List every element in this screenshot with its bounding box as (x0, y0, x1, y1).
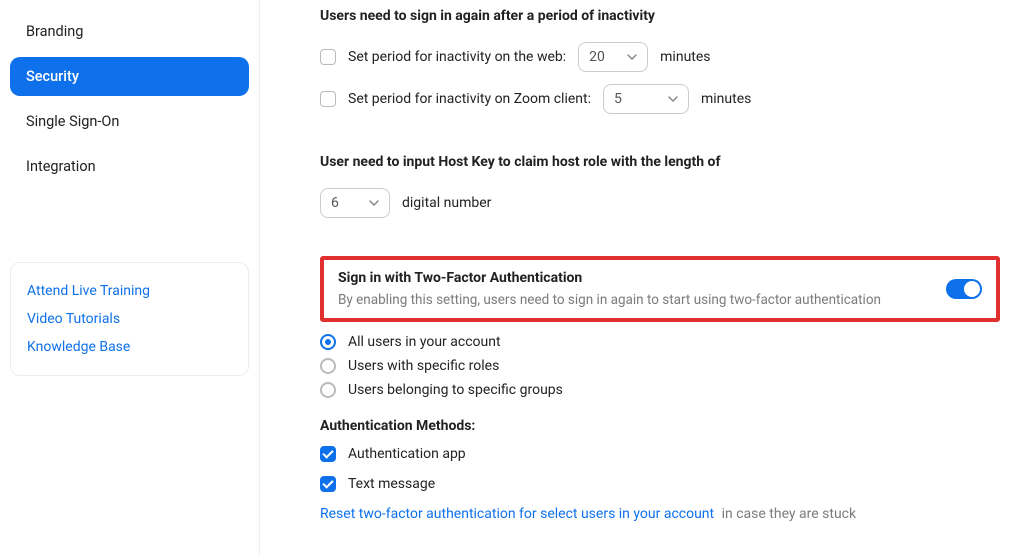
inactivity-web-unit: minutes (660, 49, 710, 65)
twofa-title: Sign in with Two-Factor Authentication (338, 270, 928, 286)
chevron-down-icon (627, 54, 637, 60)
inactivity-client-unit: minutes (701, 91, 751, 107)
twofa-scope-roles-label: Users with specific roles (348, 358, 499, 374)
hostkey-block: User need to input Host Key to claim hos… (320, 154, 1000, 218)
twofa-highlight: Sign in with Two-Factor Authentication B… (320, 256, 1000, 322)
inactivity-client-select[interactable]: 5 (603, 84, 689, 114)
inactivity-web-value: 20 (589, 49, 605, 65)
sidebar-item-branding[interactable]: Branding (10, 12, 249, 51)
twofa-scope-roles-radio[interactable] (320, 358, 336, 374)
auth-method-app-row: Authentication app (320, 446, 1000, 462)
hostkey-row: 6 digital number (320, 188, 1000, 218)
twofa-scope-all-radio[interactable] (320, 334, 336, 350)
inactivity-web-row: Set period for inactivity on the web: 20… (320, 42, 1000, 72)
twofa-scope-group: All users in your account Users with spe… (320, 334, 1000, 398)
twofa-text: Sign in with Two-Factor Authentication B… (338, 270, 928, 308)
twofa-toggle[interactable] (946, 279, 982, 299)
sidebar-item-security[interactable]: Security (10, 57, 249, 96)
resource-link-training[interactable]: Attend Live Training (27, 277, 232, 305)
inactivity-web-label: Set period for inactivity on the web: (348, 49, 566, 65)
hostkey-suffix: digital number (402, 195, 491, 211)
resources-box: Attend Live Training Video Tutorials Kno… (10, 262, 249, 376)
auth-method-app-checkbox[interactable] (320, 446, 336, 462)
twofa-scope-groups-row: Users belonging to specific groups (320, 382, 1000, 398)
content: Users need to sign in again after a peri… (260, 0, 1024, 556)
twofa-scope-all-row: All users in your account (320, 334, 1000, 350)
twofa-scope-all-label: All users in your account (348, 334, 501, 350)
inactivity-heading: Users need to sign in again after a peri… (320, 8, 1000, 24)
sidebar-item-sso[interactable]: Single Sign-On (10, 102, 249, 141)
chevron-down-icon (668, 96, 678, 102)
twofa-scope-roles-row: Users with specific roles (320, 358, 1000, 374)
reset-twofa-suffix: in case they are stuck (722, 506, 856, 522)
auth-methods-heading: Authentication Methods: (320, 418, 1000, 434)
inactivity-client-checkbox[interactable] (320, 91, 336, 107)
twofa-scope-groups-label: Users belonging to specific groups (348, 382, 563, 398)
resource-link-kb[interactable]: Knowledge Base (27, 333, 232, 361)
inactivity-web-select[interactable]: 20 (578, 42, 648, 72)
reset-twofa-link[interactable]: Reset two-factor authentication for sele… (320, 506, 714, 522)
inactivity-client-row: Set period for inactivity on Zoom client… (320, 84, 1000, 114)
twofa-scope-groups-radio[interactable] (320, 382, 336, 398)
hostkey-select[interactable]: 6 (320, 188, 390, 218)
auth-method-text-checkbox[interactable] (320, 476, 336, 492)
auth-method-text-label: Text message (348, 476, 435, 492)
twofa-description: By enabling this setting, users need to … (338, 292, 928, 308)
auth-method-app-label: Authentication app (348, 446, 466, 462)
auth-method-text-row: Text message (320, 476, 1000, 492)
hostkey-value: 6 (331, 195, 339, 211)
hostkey-heading: User need to input Host Key to claim hos… (320, 154, 1000, 170)
sidebar-nav: Branding Security Single Sign-On Integra… (10, 12, 249, 192)
sidebar-item-integration[interactable]: Integration (10, 147, 249, 186)
inactivity-web-checkbox[interactable] (320, 49, 336, 65)
inactivity-client-value: 5 (614, 91, 622, 107)
inactivity-client-label: Set period for inactivity on Zoom client… (348, 91, 591, 107)
chevron-down-icon (369, 200, 379, 206)
resource-link-tutorials[interactable]: Video Tutorials (27, 305, 232, 333)
sidebar: Branding Security Single Sign-On Integra… (0, 0, 260, 556)
reset-twofa-row: Reset two-factor authentication for sele… (320, 506, 1000, 522)
